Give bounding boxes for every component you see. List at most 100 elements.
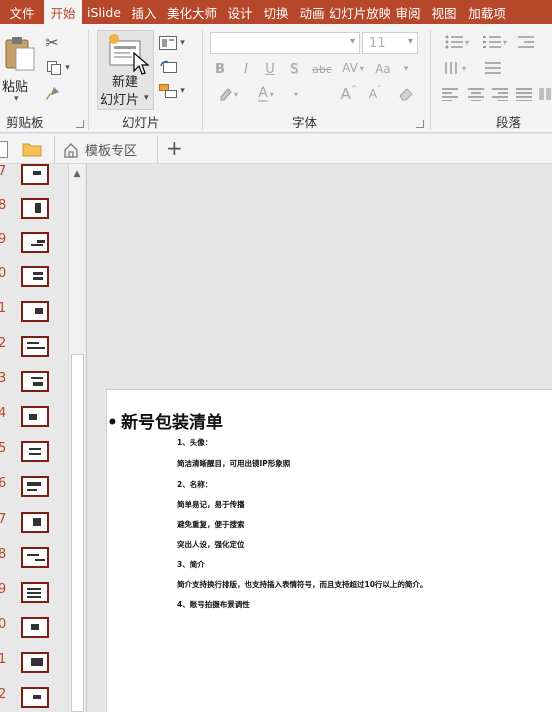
copy-button[interactable]: ▾	[42, 58, 74, 78]
slide-thumbnail-row[interactable]: 9	[0, 582, 68, 603]
align-right-button[interactable]	[490, 84, 510, 104]
template-zone-tab[interactable]: 模板专区	[54, 136, 158, 163]
columns-button[interactable]	[538, 84, 552, 104]
font-size-dropdown-icon: ▾	[407, 36, 413, 47]
slide-thumbnail-row[interactable]: 2	[0, 687, 68, 708]
slide-thumbnail-row[interactable]: 9	[0, 232, 68, 253]
align-text-button[interactable]	[478, 58, 508, 78]
slide-thumbnail-row[interactable]: 8	[0, 198, 68, 219]
decrease-indent-button[interactable]	[516, 32, 536, 52]
slide-thumbnail[interactable]	[21, 266, 49, 287]
current-slide[interactable]: • 新号包装清单 1、头像： 简洁清晰醒目，可用出镜IP形象照 2、名称： 简单易记，易…	[106, 389, 552, 712]
reset-button[interactable]	[158, 58, 180, 76]
ribbon-tab[interactable]: 加载项	[462, 0, 512, 24]
ribbon-tab[interactable]: 设计	[222, 0, 258, 24]
text-direction-button[interactable]: ▾	[440, 58, 470, 78]
align-center-button[interactable]	[466, 84, 486, 104]
slide-title[interactable]: • 新号包装清单	[107, 408, 223, 433]
slide-thumbnail-row[interactable]: 1	[0, 301, 68, 322]
char-spacing-label: AV	[342, 61, 358, 75]
slide-thumbnail-row[interactable]: 1	[0, 652, 68, 673]
slide-thumbnail[interactable]	[21, 164, 49, 185]
slide-number: 7	[0, 512, 7, 527]
slide-thumbnail[interactable]	[21, 687, 49, 708]
template-zone-label: 模板专区	[85, 144, 138, 159]
paste-button[interactable]: 粘贴 ▾	[0, 30, 38, 104]
slide-thumbnail-row[interactable]: 7	[0, 164, 68, 185]
slide-thumbnail-row[interactable]: 3	[0, 371, 68, 392]
thumbnail-content	[27, 588, 41, 590]
slide-thumbnail[interactable]	[21, 512, 49, 533]
ribbon-tab[interactable]: 插入	[126, 0, 162, 24]
bullets-button[interactable]: ▾	[440, 32, 474, 52]
slide-thumbnail-row[interactable]: 7	[0, 512, 68, 533]
text-shadow-button[interactable]: S	[286, 60, 302, 78]
slide-thumbnail[interactable]	[21, 547, 49, 568]
slide-thumbnail[interactable]	[21, 441, 49, 462]
bold-button[interactable]: B	[212, 60, 228, 78]
ribbon-tab[interactable]: 美化大师	[162, 0, 222, 24]
slide-thumbnail[interactable]	[21, 582, 49, 603]
thumbnail-content	[33, 695, 41, 699]
ribbon-tab[interactable]: 幻灯片放映	[330, 0, 390, 24]
font-dialog-launcher[interactable]	[416, 120, 424, 128]
slide-thumbnail[interactable]	[21, 476, 49, 497]
slide-thumbnail-row[interactable]: 5	[0, 441, 68, 462]
ribbon-tab[interactable]: 文件	[0, 0, 44, 24]
font-color-button[interactable]: A ▾	[252, 84, 280, 104]
slide-number: 0	[0, 617, 7, 632]
cut-button[interactable]: ✂	[42, 32, 62, 52]
slide-thumbnail[interactable]	[21, 301, 49, 322]
add-tab-button[interactable]: +	[166, 136, 183, 160]
slide-thumbnail[interactable]	[21, 371, 49, 392]
thumbnail-content	[27, 489, 37, 491]
slide-thumbnail[interactable]	[21, 652, 49, 673]
scroll-up-icon[interactable]: ▲	[69, 166, 85, 182]
layout-button[interactable]: ▾	[158, 34, 186, 52]
format-painter-button[interactable]	[42, 84, 62, 104]
char-spacing-button[interactable]: AV ▾	[338, 58, 368, 78]
change-case-button[interactable]: Aa	[372, 60, 394, 78]
thumbnail-scrollbar[interactable]: ▲	[68, 164, 85, 712]
grow-font-button[interactable]: A ^	[338, 84, 360, 104]
slide-thumbnail-row[interactable]: 2	[0, 336, 68, 357]
ribbon-tab[interactable]: 开始	[44, 0, 82, 24]
slide-thumbnail-row[interactable]: 0	[0, 266, 68, 287]
italic-button[interactable]: I	[238, 60, 254, 78]
highlight-button[interactable]: ▾	[212, 84, 244, 104]
clear-formatting-button[interactable]	[396, 84, 416, 104]
section-button[interactable]: ▾	[158, 82, 186, 100]
folder-icon[interactable]	[22, 141, 42, 157]
slide-thumbnail[interactable]	[21, 617, 49, 638]
align-text-icon	[485, 62, 501, 74]
underline-button[interactable]: U	[262, 60, 278, 78]
slide-thumbnail[interactable]	[21, 336, 49, 357]
align-left-button[interactable]	[440, 84, 460, 104]
font-size-dropdown2[interactable]: ▾	[288, 84, 304, 104]
thumbnail-content	[27, 554, 39, 556]
ribbon-tab[interactable]: iSlide	[82, 0, 126, 24]
font-name-combo[interactable]: ▾	[210, 32, 360, 54]
shrink-font-button[interactable]: A ˇ	[364, 84, 386, 104]
font-size-combo[interactable]: 11 ▾	[362, 32, 418, 54]
slide-thumbnail-row[interactable]: 8	[0, 547, 68, 568]
font-name-dropdown-icon: ▾	[349, 36, 355, 47]
ribbon-tab[interactable]: 切换	[258, 0, 294, 24]
slide-thumbnail[interactable]	[21, 232, 49, 253]
strikethrough-button[interactable]: abc	[310, 60, 334, 78]
ribbon-tab[interactable]: 动画	[294, 0, 330, 24]
numbering-button[interactable]: ▾	[478, 32, 512, 52]
clipboard-dialog-launcher[interactable]	[76, 120, 84, 128]
slide-thumbnail[interactable]	[21, 406, 49, 427]
slide-thumbnail-row[interactable]: 6	[0, 476, 68, 497]
eraser-icon	[399, 88, 413, 101]
new-doc-icon[interactable]	[0, 141, 8, 158]
ribbon-tab[interactable]: 视图	[426, 0, 462, 24]
scroll-thumb[interactable]	[71, 354, 84, 712]
paste-dropdown-icon[interactable]: ▾	[14, 94, 19, 104]
slide-thumbnail[interactable]	[21, 198, 49, 219]
ribbon-tab[interactable]: 审阅	[390, 0, 426, 24]
slide-thumbnail-row[interactable]: 4	[0, 406, 68, 427]
justify-button[interactable]	[514, 84, 534, 104]
slide-thumbnail-row[interactable]: 0	[0, 617, 68, 638]
